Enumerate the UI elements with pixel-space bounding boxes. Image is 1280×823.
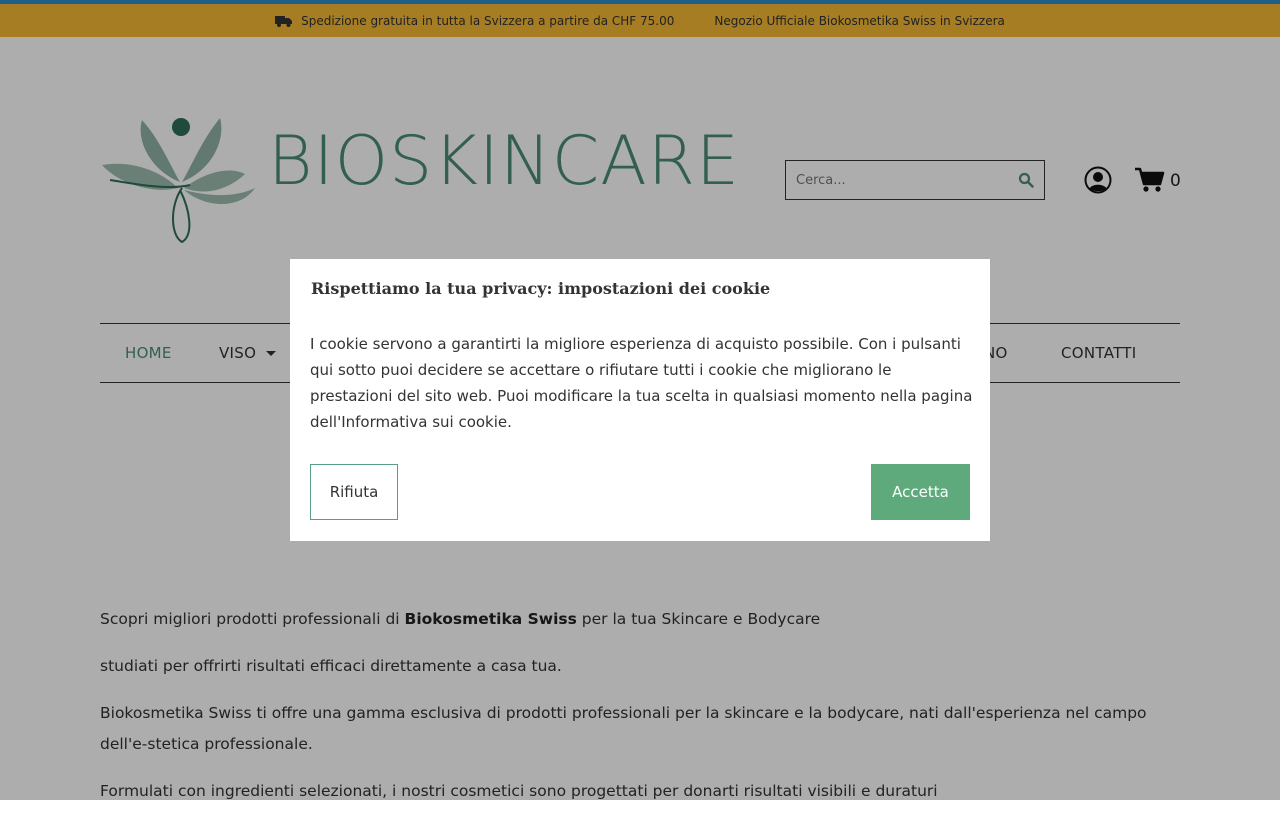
accept-button[interactable]: Accetta [871, 464, 970, 520]
dialog-body: I cookie servono a garantirti la miglior… [310, 335, 973, 431]
dialog-title: Rispettiamo la tua privacy: impostazioni… [311, 279, 771, 298]
reject-button[interactable]: Rifiuta [310, 464, 398, 520]
cookie-consent-dialog: Rispettiamo la tua privacy: impostazioni… [290, 259, 990, 541]
